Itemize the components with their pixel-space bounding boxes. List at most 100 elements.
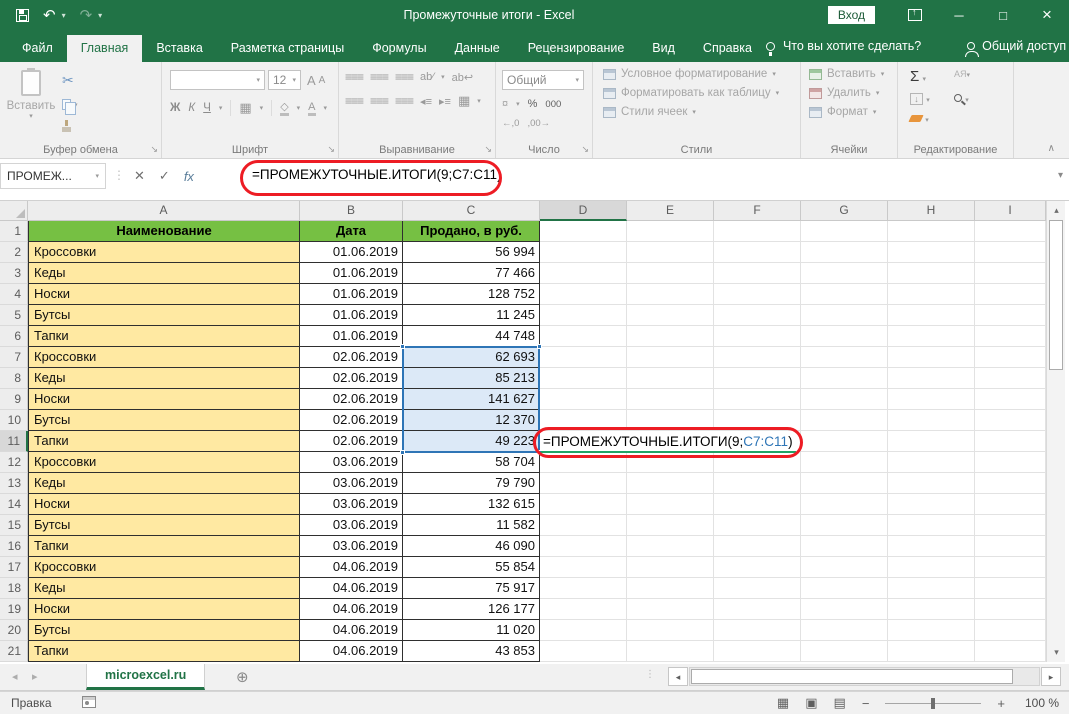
cell-H17[interactable] (888, 557, 975, 578)
ribbon-tab-Главная[interactable]: Главная (67, 35, 143, 62)
clear-button[interactable]: ▾ (910, 113, 954, 125)
ribbon-tab-Вид[interactable]: Вид (638, 35, 689, 62)
cell-F8[interactable] (714, 368, 801, 389)
copy-button[interactable]: ▾ (62, 99, 78, 110)
row-header-20[interactable]: 20 (0, 620, 28, 641)
cell-C14[interactable]: 132 615 (403, 494, 540, 515)
active-cell-editor[interactable]: =ПРОМЕЖУТОЧНЫЕ.ИТОГИ(9;C7:C11) (541, 431, 796, 453)
row-header-18[interactable]: 18 (0, 578, 28, 599)
orientation-caret-icon[interactable]: ▾ (441, 73, 445, 81)
conditional-formatting-button[interactable]: Условное форматирование▾ (603, 68, 800, 80)
row-header-13[interactable]: 13 (0, 473, 28, 494)
cell-H2[interactable] (888, 242, 975, 263)
sheet-nav-right-icon[interactable]: ▸ (32, 670, 38, 683)
percent-style-button[interactable]: % (528, 98, 538, 110)
column-header-G[interactable]: G (801, 201, 888, 221)
cell-G18[interactable] (801, 578, 888, 599)
cell-D12[interactable] (540, 452, 627, 473)
cell-I5[interactable] (975, 305, 1046, 326)
cell-G10[interactable] (801, 410, 888, 431)
cell-B11[interactable]: 02.06.2019 (300, 431, 403, 452)
cell-B18[interactable]: 04.06.2019 (300, 578, 403, 599)
cell-I13[interactable] (975, 473, 1046, 494)
row-header-9[interactable]: 9 (0, 389, 28, 410)
scroll-up-icon[interactable]: ▴ (1047, 202, 1066, 219)
merge-center-button[interactable]: ▦ (458, 93, 470, 109)
fill-color-button[interactable]: ◇ (280, 100, 288, 116)
cell-H18[interactable] (888, 578, 975, 599)
align-top-button[interactable]: ≡≡≡ (345, 70, 363, 84)
number-dialog-launcher-icon[interactable]: ↘ (581, 144, 589, 155)
cell-B16[interactable]: 03.06.2019 (300, 536, 403, 557)
accounting-caret-icon[interactable]: ▾ (516, 100, 520, 108)
qat-customize-icon[interactable]: ▾ (98, 11, 102, 20)
row-header-15[interactable]: 15 (0, 515, 28, 536)
row-header-21[interactable]: 21 (0, 641, 28, 662)
table-header-cell-B1[interactable]: Дата (300, 221, 403, 242)
column-header-C[interactable]: C (403, 201, 540, 221)
cell-E9[interactable] (627, 389, 714, 410)
cell-H15[interactable] (888, 515, 975, 536)
cell-C3[interactable]: 77 466 (403, 263, 540, 284)
cell-A4[interactable]: Носки (28, 284, 300, 305)
cell-A9[interactable]: Носки (28, 389, 300, 410)
formula-input[interactable]: =ПРОМЕЖУТОЧНЫЕ.ИТОГИ(9;C7:C11) (212, 163, 1043, 189)
cell-E19[interactable] (627, 599, 714, 620)
normal-view-button[interactable]: ▦ (777, 695, 789, 711)
cell-D6[interactable] (540, 326, 627, 347)
cell-G1[interactable] (801, 221, 888, 242)
row-header-10[interactable]: 10 (0, 410, 28, 431)
cell-F19[interactable] (714, 599, 801, 620)
cell-A20[interactable]: Бутсы (28, 620, 300, 641)
cell-C20[interactable]: 11 020 (403, 620, 540, 641)
cell-B4[interactable]: 01.06.2019 (300, 284, 403, 305)
number-format-combo[interactable]: Общий▾ (502, 70, 584, 90)
cell-G14[interactable] (801, 494, 888, 515)
font-dialog-launcher-icon[interactable]: ↘ (327, 144, 335, 155)
save-icon[interactable] (16, 9, 29, 22)
paste-caret-icon[interactable]: ▾ (0, 112, 62, 120)
cell-B21[interactable]: 04.06.2019 (300, 641, 403, 662)
cell-H7[interactable] (888, 347, 975, 368)
cell-D14[interactable] (540, 494, 627, 515)
cell-F21[interactable] (714, 641, 801, 662)
format-cells-button[interactable]: Формат▾ (809, 106, 897, 118)
cell-H10[interactable] (888, 410, 975, 431)
orientation-button[interactable]: ab⁄ (420, 71, 434, 83)
cell-A19[interactable]: Носки (28, 599, 300, 620)
cell-D5[interactable] (540, 305, 627, 326)
cell-H3[interactable] (888, 263, 975, 284)
cell-I18[interactable] (975, 578, 1046, 599)
autosum-button[interactable]: Σ ▾ (910, 68, 954, 85)
cell-C4[interactable]: 128 752 (403, 284, 540, 305)
cell-H4[interactable] (888, 284, 975, 305)
ribbon-tab-Формулы[interactable]: Формулы (358, 35, 440, 62)
format-as-table-button[interactable]: Форматировать как таблицу▾ (603, 87, 800, 99)
cell-A15[interactable]: Бутсы (28, 515, 300, 536)
column-header-E[interactable]: E (627, 201, 714, 221)
align-bottom-button[interactable]: ≡≡≡ (395, 70, 413, 84)
cell-C19[interactable]: 126 177 (403, 599, 540, 620)
cell-D10[interactable] (540, 410, 627, 431)
cell-E17[interactable] (627, 557, 714, 578)
borders-caret-icon[interactable]: ▾ (260, 104, 264, 112)
cancel-entry-button[interactable]: ✕ (134, 168, 145, 184)
align-left-button[interactable]: ≡≡≡ (345, 94, 363, 108)
cell-I19[interactable] (975, 599, 1046, 620)
cell-A3[interactable]: Кеды (28, 263, 300, 284)
cell-B17[interactable]: 04.06.2019 (300, 557, 403, 578)
cell-F20[interactable] (714, 620, 801, 641)
cell-I20[interactable] (975, 620, 1046, 641)
column-header-A[interactable]: A (28, 201, 300, 221)
cell-H5[interactable] (888, 305, 975, 326)
cell-B12[interactable]: 03.06.2019 (300, 452, 403, 473)
undo-caret-icon[interactable]: ▾ (62, 11, 66, 20)
row-header-3[interactable]: 3 (0, 263, 28, 284)
cell-C11[interactable]: 49 223 (403, 431, 540, 452)
decrease-indent-button[interactable]: ◂≡ (420, 95, 432, 108)
cell-C5[interactable]: 11 245 (403, 305, 540, 326)
cell-B7[interactable]: 02.06.2019 (300, 347, 403, 368)
zoom-slider-thumb[interactable] (931, 698, 935, 709)
cell-H1[interactable] (888, 221, 975, 242)
cell-B20[interactable]: 04.06.2019 (300, 620, 403, 641)
